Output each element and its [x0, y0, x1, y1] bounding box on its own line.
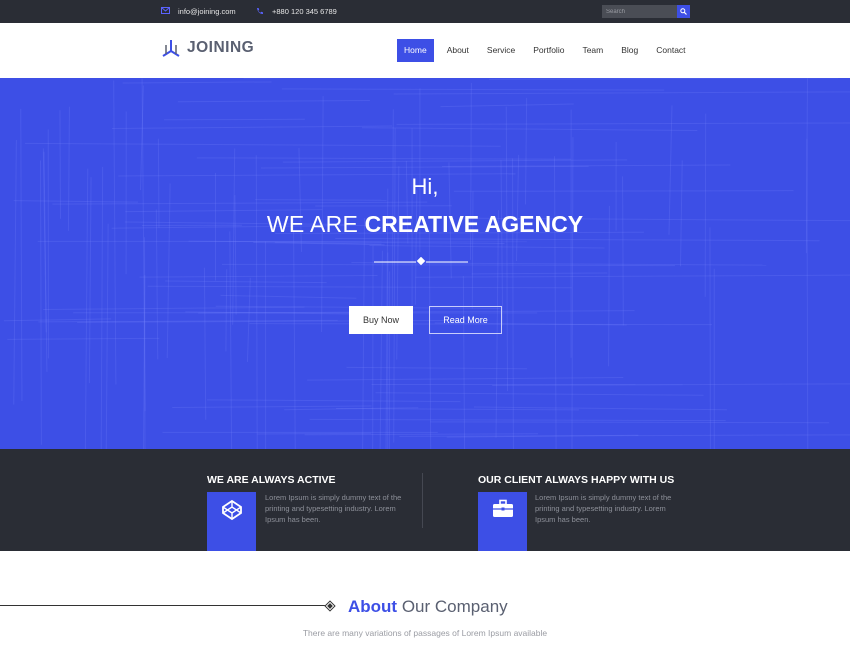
top-bar: info@joining.com +880 120 345 6789: [0, 0, 850, 23]
about-title-accent: About: [348, 597, 398, 616]
hero-section: Hi, WE ARE CREATIVE AGENCY Buy Now Read …: [0, 78, 850, 449]
nav-about[interactable]: About: [444, 39, 472, 62]
codepen-icon: [221, 499, 242, 521]
hero-title-light: WE ARE: [266, 211, 359, 237]
email-contact[interactable]: info@joining.com: [161, 0, 236, 23]
diamond-icon: [324, 600, 336, 612]
email-text: info@joining.com: [178, 7, 236, 16]
feature-separator: [422, 473, 423, 528]
nav-contact[interactable]: Contact: [653, 39, 688, 62]
phone-text: +880 120 345 6789: [272, 7, 337, 16]
phone-contact[interactable]: +880 120 345 6789: [256, 0, 337, 23]
hero-title: WE ARE CREATIVE AGENCY: [0, 211, 850, 238]
logo-icon: [162, 40, 180, 57]
main-nav: Home About Service Portfolio Team Blog C…: [397, 39, 701, 62]
hero-title-bold: CREATIVE AGENCY: [364, 211, 584, 237]
feature-icon-box: [478, 492, 527, 551]
envelope-icon: [161, 7, 170, 16]
briefcase-icon: [492, 499, 513, 517]
about-title: About Our Company: [348, 597, 508, 617]
search-input[interactable]: [602, 5, 677, 18]
search-box: [602, 5, 690, 18]
about-subtitle: There are many variations of passages of…: [302, 628, 548, 638]
hero-greeting: Hi,: [411, 174, 439, 199]
nav-service[interactable]: Service: [484, 39, 518, 62]
nav-portfolio[interactable]: Portfolio: [530, 39, 567, 62]
nav-team[interactable]: Team: [579, 39, 606, 62]
read-more-button[interactable]: Read More: [429, 306, 502, 334]
logo-text: JOINING: [187, 39, 255, 56]
feature-title-active: WE ARE ALWAYS ACTIVE: [207, 474, 336, 486]
hero-divider: [374, 257, 468, 266]
feature-icon-box: [207, 492, 256, 551]
buy-now-button[interactable]: Buy Now: [349, 306, 413, 334]
nav-home[interactable]: Home: [397, 39, 434, 62]
nav-blog[interactable]: Blog: [618, 39, 641, 62]
feature-text-happy: Lorem Ipsum is simply dummy text of the …: [535, 493, 672, 524]
about-title-rest: Our Company: [401, 597, 508, 616]
about-section: About Our Company There are many variati…: [0, 551, 850, 660]
phone-icon: [256, 7, 264, 17]
site-header: JOINING Home About Service Portfolio Tea…: [0, 23, 850, 78]
logo[interactable]: JOINING: [161, 39, 254, 57]
search-icon: [680, 8, 687, 15]
search-button[interactable]: [677, 5, 690, 18]
feature-text-active: Lorem Ipsum is simply dummy text of the …: [265, 493, 402, 524]
about-divider-line: [0, 605, 325, 606]
features-section: WE ARE ALWAYS ACTIVE Lorem Ipsum is simp…: [0, 449, 850, 551]
feature-title-happy: OUR CLIENT ALWAYS HAPPY WITH US: [478, 474, 675, 486]
